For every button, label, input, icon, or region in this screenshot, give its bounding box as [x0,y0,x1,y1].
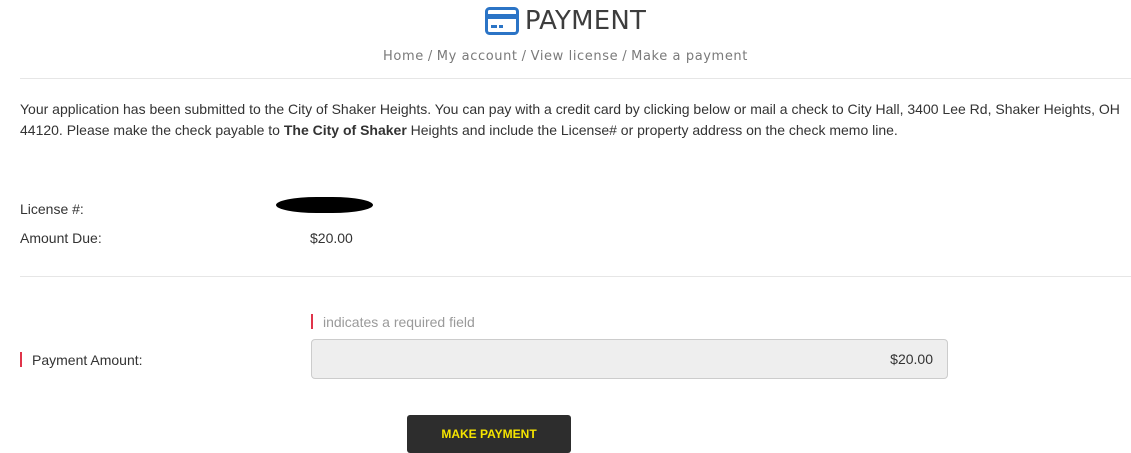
intro-text: Your application has been submitted to t… [20,99,1120,141]
required-marker [311,314,313,329]
divider [20,276,1131,277]
intro-part-2: Heights and include the License# or prop… [406,122,898,138]
page-header: PAYMENT [0,4,1131,40]
license-label: License #: [20,201,84,217]
breadcrumb-separator: / [521,49,527,64]
required-field-note: indicates a required field [311,314,475,330]
payment-amount-input[interactable] [311,339,948,379]
make-payment-button[interactable]: MAKE PAYMENT [407,415,571,453]
required-marker [20,352,22,367]
breadcrumb-current: Make a payment [631,49,748,64]
divider [20,78,1131,79]
required-note-text: indicates a required field [323,314,475,330]
credit-card-icon [484,7,519,35]
title-row: PAYMENT [484,4,647,38]
breadcrumb-separator: / [622,49,628,64]
breadcrumb: Home / My account / View license / Make a paym… [0,49,1131,64]
breadcrumb-my-account[interactable]: My account [437,49,518,64]
payment-amount-label: Payment Amount: [20,352,143,368]
redacted-license-number [276,197,373,213]
amount-due-row: Amount Due: $20.00 [20,230,353,246]
license-row: License #: [20,197,373,217]
page-title: PAYMENT [524,6,647,36]
amount-due-label: Amount Due: [20,230,102,246]
breadcrumb-separator: / [427,49,433,64]
intro-bold: The City of Shaker [283,122,407,138]
breadcrumb-home[interactable]: Home [383,49,424,64]
breadcrumb-view-license[interactable]: View license [531,49,619,64]
payment-amount-label-text: Payment Amount: [32,352,143,368]
amount-due-value: $20.00 [310,230,353,246]
